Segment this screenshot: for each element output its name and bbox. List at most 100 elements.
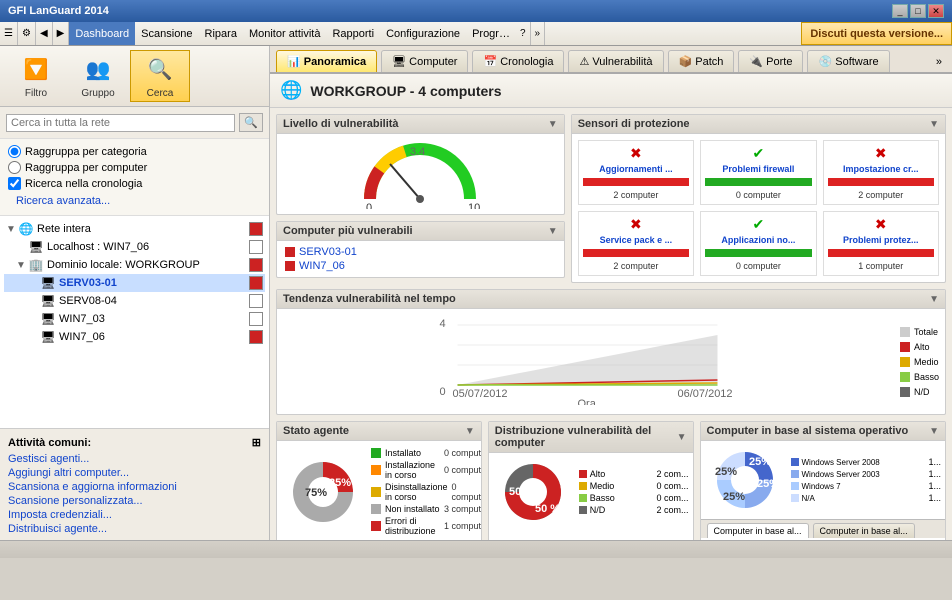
restore-btn[interactable]: □ (910, 4, 926, 18)
agent-arr[interactable]: ▼ (465, 426, 475, 437)
errori-dot (371, 521, 381, 531)
action-gestisci[interactable]: Gestisci agenti... (8, 452, 261, 466)
menu-rapporti[interactable]: Rapporti (326, 22, 380, 45)
more-btn[interactable]: » (531, 22, 546, 45)
basso-dot (900, 372, 910, 382)
radio-computer[interactable] (8, 161, 21, 174)
menu-icon-btn[interactable]: ☰ (0, 22, 18, 45)
action-scansione-pers[interactable]: Scansione personalizzata... (8, 494, 261, 508)
tab-panoramica[interactable]: 📊 Panoramica (276, 50, 377, 72)
menu-monitor[interactable]: Monitor attività (243, 22, 327, 45)
tab-computer[interactable]: 🖥 Computer (381, 50, 468, 72)
sensor-label-2[interactable]: Impostazione cr... (843, 164, 919, 174)
tree-item-network[interactable]: ▼ 🌐 Rete intera (4, 220, 265, 238)
menu-dashboard[interactable]: Dashboard (69, 22, 135, 45)
svg-text:25%: 25% (715, 466, 737, 478)
check-history[interactable] (8, 177, 21, 190)
comp-arr[interactable]: ▼ (548, 226, 558, 237)
action-aggiungi[interactable]: Aggiungi altri computer... (8, 466, 261, 480)
tab-cronologia[interactable]: 📅 Cronologia (472, 50, 564, 72)
sensor-2: ✖ Impostazione cr... 2 computer (823, 140, 939, 205)
tab-software[interactable]: 💿 Software (807, 50, 889, 72)
vuln-arr[interactable]: ▼ (548, 119, 558, 130)
tab-vulnerabilita[interactable]: ⚠ Vulnerabilità (568, 50, 663, 72)
sensor-label-1[interactable]: Problemi firewall (722, 164, 794, 174)
sensor-label-0[interactable]: Aggiornamenti ... (599, 164, 673, 174)
tree-item-workgroup[interactable]: ▼ 🏢 Dominio locale: WORKGROUP (4, 256, 265, 274)
menu-ripara[interactable]: Ripara (199, 22, 243, 45)
sensor-icon-red: ✖ (630, 216, 642, 233)
tab-patch[interactable]: 📦 Patch (668, 50, 735, 72)
legend-installato: Installato 0 computer (371, 447, 482, 459)
tab-porte[interactable]: 🔌 Porte (738, 50, 803, 72)
sensor-label-3[interactable]: Service pack e ... (600, 235, 673, 245)
titlebar-controls[interactable]: _ □ ✕ (892, 4, 944, 18)
back-btn[interactable]: ◀ (36, 22, 53, 45)
radio-computer-label: Raggruppa per computer (25, 162, 147, 174)
os-distrib-arr[interactable]: ▼ (929, 426, 939, 437)
search-button[interactable]: 🔍 (239, 113, 263, 132)
vuln-distrib-arr[interactable]: ▼ (677, 432, 687, 443)
menu-scansione[interactable]: Scansione (135, 22, 198, 45)
menu-config[interactable]: Configurazione (380, 22, 466, 45)
legend-non-install: Non installato 3 computer (371, 503, 482, 515)
sensor-count-1: 0 computer (736, 190, 781, 200)
os-distrib-content: 25% 25% 25% 25% Windows Server 2008 1... (701, 441, 946, 519)
fwd-btn[interactable]: ▶ (53, 22, 70, 45)
radio-category[interactable] (8, 145, 21, 158)
agent-pie-svg: 75% 25% (283, 452, 363, 532)
vuln-comp-header: Computer più vulnerabili ▼ (277, 222, 564, 241)
tree-item-serv08[interactable]: 🖥 SERV08-04 (4, 292, 265, 310)
discuss-btn[interactable]: Discuti questa versione... (801, 22, 952, 45)
ws2003-dot (791, 470, 799, 478)
filter-options: Raggruppa per categoria Raggruppa per co… (0, 139, 269, 216)
os-distrib-pie: 25% 25% 25% 25% (705, 445, 785, 515)
comp-name-0[interactable]: SERV03-01 (299, 246, 357, 258)
os-ws2003: Windows Server 2003 1... (791, 468, 942, 480)
tree-item-win703[interactable]: 🖥 WIN7_03 (4, 310, 265, 328)
filtro-tool[interactable]: 🔽 Filtro (6, 50, 66, 102)
cerca-tool[interactable]: 🔍 Cerca (130, 50, 190, 102)
agent-status-panel: Stato agente ▼ (276, 421, 482, 540)
action-distribuisci[interactable]: Distribuisci agente... (8, 522, 261, 536)
close-btn[interactable]: ✕ (928, 4, 944, 18)
sensor-icon-green: ✔ (752, 145, 764, 162)
tree-item-win706[interactable]: 🖥 WIN7_06 (4, 328, 265, 346)
sensor-bar-2 (828, 178, 934, 186)
cronologia-icon: 📅 (483, 56, 500, 68)
svg-text:0: 0 (439, 386, 445, 398)
page-title: WORKGROUP - 4 computers (310, 83, 501, 99)
workgroup-icon: 🌐 (280, 80, 302, 101)
minimize-btn[interactable]: _ (892, 4, 908, 18)
prot-sensors-col: Sensori di protezione ▼ ✖ Aggiornamenti … (571, 114, 946, 283)
advanced-search-link[interactable]: Ricerca avanzata... (16, 195, 110, 207)
action-credenziali[interactable]: Imposta credenziali... (8, 508, 261, 522)
sensor-count-3: 2 computer (613, 261, 658, 271)
tree-item-serv03[interactable]: 🖥 SERV03-01 (4, 274, 265, 292)
sensor-1: ✔ Problemi firewall 0 computer (700, 140, 816, 205)
trend-panel: Tendenza vulnerabilità nel tempo ▼ 4 0 (276, 289, 946, 415)
sensors-arr[interactable]: ▼ (929, 119, 939, 130)
tabs-more-btn[interactable]: » (932, 52, 946, 72)
svg-text:Ora: Ora (577, 398, 596, 405)
trend-arr[interactable]: ▼ (929, 294, 939, 305)
tab-comp-base-2[interactable]: Computer in base al... (813, 523, 915, 538)
tree-item-localhost[interactable]: 🖥 Localhost : WIN7_06 (4, 238, 265, 256)
sensor-label-4[interactable]: Applicazioni no... (721, 235, 795, 245)
action-scansiona[interactable]: Scansiona e aggiorna informazioni (8, 480, 261, 494)
app-logo-btn[interactable]: ⚙ (18, 22, 36, 45)
menubar: ☰ ⚙ ◀ ▶ Dashboard Scansione Ripara Monit… (0, 22, 952, 46)
comp-name-1[interactable]: WIN7_06 (299, 260, 345, 272)
tab-comp-base-1[interactable]: Computer in base al... (707, 523, 809, 538)
sensor-label-5[interactable]: Problemi protez... (843, 235, 919, 245)
nd-dot (900, 387, 910, 397)
menu-progr[interactable]: Progr… (466, 22, 516, 45)
collapse-icon[interactable]: ⊞ (252, 436, 261, 449)
agent-content: 75% 25% Installato 0 computer (277, 441, 481, 540)
svg-text:4: 4 (439, 318, 445, 330)
help-btn[interactable]: ? (516, 22, 531, 45)
search-input[interactable] (6, 114, 235, 132)
statusbar (0, 540, 952, 558)
comp-dot (285, 247, 295, 257)
gruppo-tool[interactable]: 👥 Gruppo (68, 50, 128, 102)
